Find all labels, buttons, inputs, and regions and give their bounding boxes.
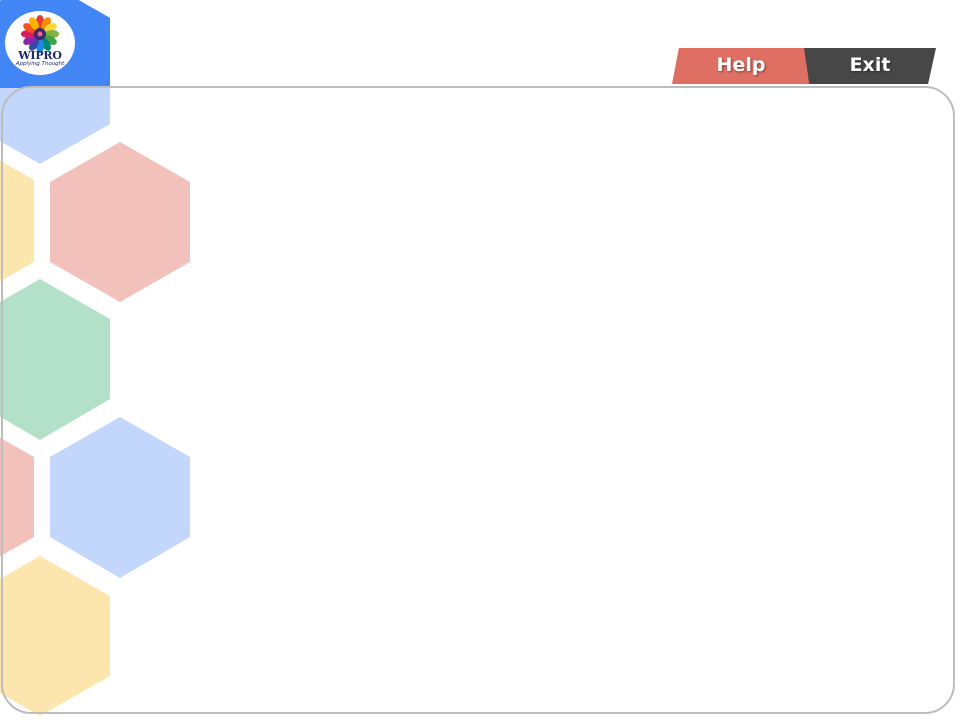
- logo-tagline: Applying Thought: [15, 61, 65, 67]
- help-button-label: Help: [716, 54, 766, 76]
- exit-button[interactable]: Exit: [804, 48, 936, 84]
- wipro-logo: WIPRO Applying Thought: [5, 11, 75, 75]
- exit-button-label: Exit: [849, 54, 891, 76]
- help-button[interactable]: Help: [672, 48, 810, 84]
- content-frame: [1, 86, 955, 714]
- logo-wordmark: WIPRO: [18, 49, 62, 62]
- wipro-flower-logo-icon: [21, 15, 59, 53]
